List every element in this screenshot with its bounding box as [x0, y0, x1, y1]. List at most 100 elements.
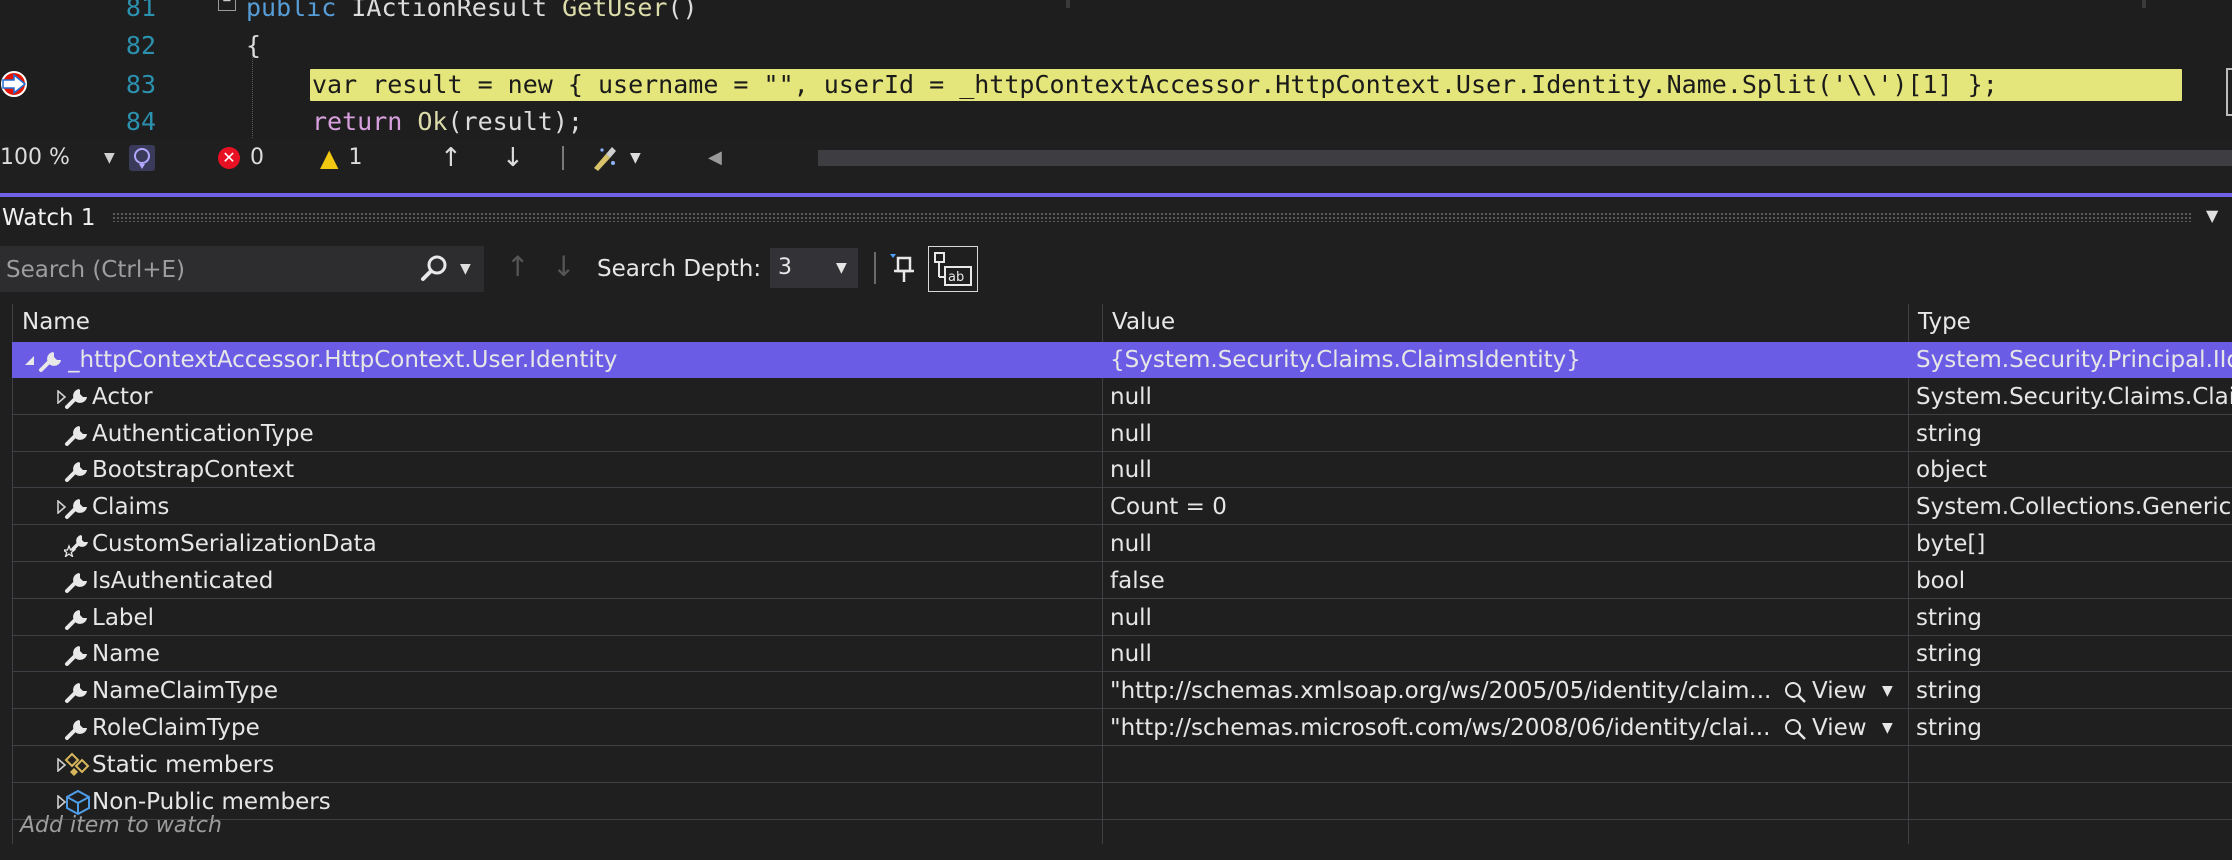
- view-button[interactable]: View: [1784, 673, 1867, 709]
- watch-name[interactable]: RoleClaimType: [92, 710, 1092, 746]
- breakpoint-arrow-icon[interactable]: [0, 70, 28, 98]
- hex-display-toggle-icon[interactable]: ab: [928, 246, 978, 292]
- line-number: 81: [125, 0, 156, 22]
- chevron-down-icon[interactable]: ▼: [1882, 673, 1893, 709]
- code-cleanup-icon[interactable]: [590, 144, 620, 172]
- watch-row[interactable]: _httpContextAccessor.HttpContext.User.Id…: [12, 342, 2232, 378]
- warning-count[interactable]: ▲ 1: [320, 138, 362, 178]
- watch-row[interactable]: AuthenticationType null string: [12, 416, 2232, 452]
- column-header-name[interactable]: Name: [22, 304, 90, 340]
- watch-value[interactable]: {System.Security.Claims.ClaimsIdentity}: [1110, 342, 1900, 378]
- line-number: 83: [125, 70, 156, 99]
- search-box[interactable]: ▼: [0, 246, 484, 294]
- title-bar-grip[interactable]: [112, 212, 2192, 222]
- collapse-icon[interactable]: −: [218, 0, 236, 11]
- code-line-83-current-statement[interactable]: 83 var result = new { username = "", use…: [0, 67, 2232, 103]
- watch-window-title[interactable]: Watch 1: [0, 198, 96, 238]
- column-header-value[interactable]: Value: [1112, 304, 1175, 340]
- chevron-down-icon[interactable]: ▼: [460, 254, 471, 284]
- watch-row[interactable]: IsAuthenticated false bool: [12, 563, 2232, 599]
- watch-name[interactable]: Static members: [92, 747, 1092, 783]
- watch-type: System.Security.Claims.Clain: [1916, 383, 2232, 410]
- watch-row[interactable]: RoleClaimType "http://schemas.microsoft.c…: [12, 710, 2232, 746]
- watch-row[interactable]: Actor null System.Security.Claims.Clain: [12, 379, 2232, 415]
- code-line-82[interactable]: 82 {: [0, 28, 2232, 64]
- error-count[interactable]: ✕ 0: [218, 138, 264, 178]
- search-input[interactable]: [4, 246, 408, 294]
- watch-name[interactable]: BootstrapContext: [92, 452, 1092, 488]
- watch-row[interactable]: Static members: [12, 747, 2232, 783]
- wrench-icon: [64, 605, 92, 631]
- code-text: public IActionResult GetUser(): [246, 0, 698, 22]
- watch-name[interactable]: Name: [92, 636, 1092, 672]
- scroll-left-icon[interactable]: ◀: [708, 138, 722, 178]
- wrench-icon: [64, 641, 92, 667]
- code-line-84[interactable]: 84 return Ok(result);: [0, 104, 2232, 138]
- search-depth-dropdown[interactable]: 3 ▼: [770, 248, 858, 288]
- watch-row[interactable]: BootstrapContext null object: [12, 452, 2232, 489]
- watch-row[interactable]: Label null string: [12, 600, 2232, 636]
- watch-value[interactable]: false: [1110, 563, 1900, 599]
- watch-name[interactable]: Claims: [92, 489, 1092, 525]
- watch-type: string: [1916, 420, 1983, 447]
- wrench-icon: [64, 421, 92, 447]
- view-button[interactable]: View: [1784, 710, 1867, 746]
- watch-value[interactable]: null: [1110, 452, 1900, 488]
- watch-value[interactable]: null: [1110, 636, 1900, 672]
- code-editor[interactable]: 81 − public IActionResult GetUser() 82 {…: [0, 0, 2232, 138]
- wrench-icon: [38, 347, 66, 373]
- watch-name[interactable]: Label: [92, 600, 1092, 636]
- wrench-icon: [64, 678, 92, 704]
- watch-value[interactable]: "http://schemas.microsoft.com/ws/2008/06…: [1110, 710, 1780, 746]
- add-item-placeholder[interactable]: Add item to watch: [12, 808, 2232, 844]
- watch-value[interactable]: null: [1110, 600, 1900, 636]
- watch-row[interactable]: Claims Count = 0 System.Collections.Generi…: [12, 489, 2232, 526]
- intellicode-icon[interactable]: [128, 144, 156, 172]
- watch-row[interactable]: Name null string: [12, 636, 2232, 673]
- separator: [562, 146, 564, 170]
- chevron-down-icon: ▼: [836, 260, 847, 276]
- code-text: {: [246, 31, 262, 60]
- watch-value[interactable]: null: [1110, 526, 1900, 562]
- search-next-button[interactable]: ↓: [552, 250, 575, 283]
- watch-value[interactable]: Count = 0: [1110, 489, 1900, 525]
- watch-value[interactable]: "http://schemas.xmlsoap.org/ws/2005/05/i…: [1110, 673, 1780, 709]
- watch-name[interactable]: CustomSerializationData: [92, 526, 1092, 562]
- wrench-icon: [64, 494, 92, 520]
- expanded-arrow-icon[interactable]: [22, 353, 36, 367]
- previous-issue-button[interactable]: ↑: [440, 138, 462, 178]
- wrench-icon: [64, 384, 92, 410]
- magnifier-icon: [1785, 718, 1806, 740]
- watch-name[interactable]: NameClaimType: [92, 673, 1092, 709]
- watch-row[interactable]: NameClaimType "http://schemas.xmlsoap.org…: [12, 673, 2232, 710]
- column-header-type[interactable]: Type: [1918, 304, 1971, 340]
- search-previous-button[interactable]: ↑: [506, 250, 529, 283]
- active-window-accent: [0, 193, 2232, 197]
- editor-margin-marker: [2226, 68, 2232, 116]
- window-options-dropdown-icon[interactable]: ▼: [2206, 206, 2218, 225]
- code-text: var result = new { username = "", userId…: [312, 70, 1998, 99]
- warning-icon: ▲: [320, 144, 339, 172]
- wrench-icon: [64, 715, 92, 741]
- watch-value[interactable]: null: [1110, 416, 1900, 452]
- watch-name[interactable]: _httpContextAccessor.HttpContext.User.Id…: [68, 342, 1092, 378]
- pin-icon[interactable]: [888, 252, 920, 284]
- grid-header: Name Value Type: [12, 304, 2232, 340]
- magnifier-icon: [1785, 681, 1806, 703]
- chevron-down-icon[interactable]: ▼: [630, 138, 641, 178]
- chevron-down-icon[interactable]: ▼: [1882, 710, 1893, 746]
- horizontal-scrollbar[interactable]: [818, 150, 2232, 166]
- watch-row[interactable]: CustomSerializationData null byte[]: [12, 526, 2232, 562]
- watch-value[interactable]: null: [1110, 379, 1900, 415]
- watch-name[interactable]: IsAuthenticated: [92, 563, 1092, 599]
- search-depth-value: 3: [778, 255, 792, 280]
- code-line-81[interactable]: 81 − public IActionResult GetUser(): [0, 0, 2232, 26]
- watch-name[interactable]: Actor: [92, 379, 1092, 415]
- zoom-dropdown[interactable]: 100 % ▼: [0, 138, 122, 178]
- watch-window: Watch 1 ▼ ▼ ↑ ↓ Search Depth: 3 ▼ ab: [0, 178, 2232, 860]
- watch-type: string: [1916, 715, 1983, 741]
- watch-name[interactable]: AuthenticationType: [92, 416, 1092, 452]
- wrench-icon: [64, 568, 92, 594]
- next-issue-button[interactable]: ↓: [502, 138, 524, 178]
- search-icon[interactable]: [420, 254, 448, 282]
